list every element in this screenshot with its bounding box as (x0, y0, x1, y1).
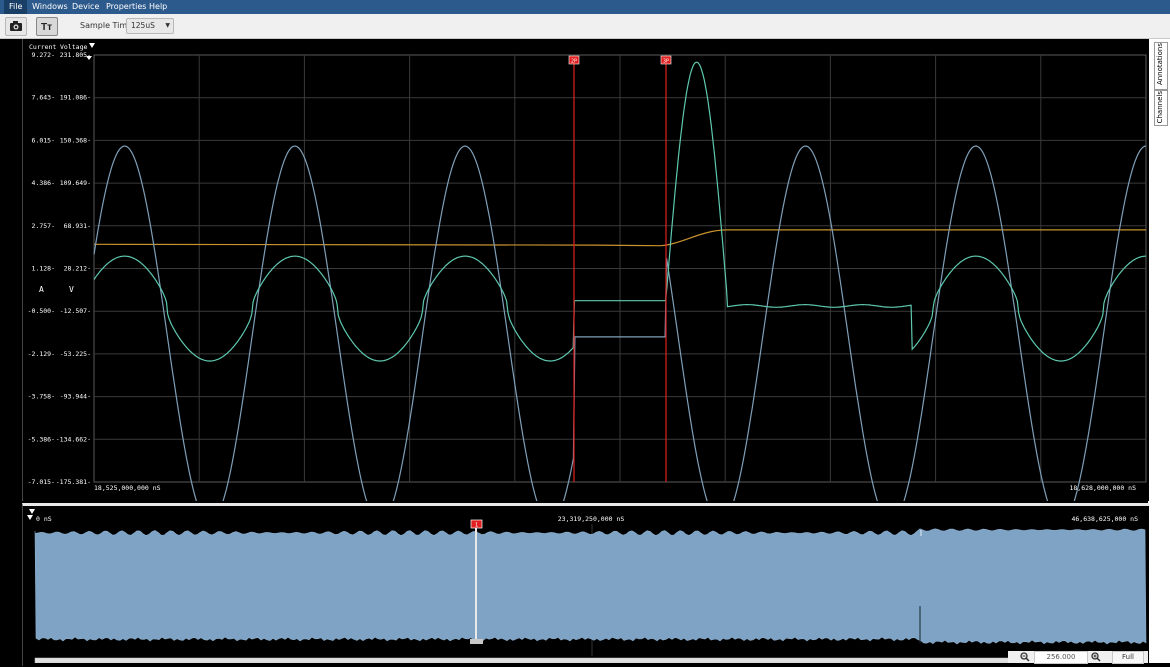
zoom-in-icon[interactable] (1091, 652, 1101, 662)
tab-channels[interactable]: Channels (1154, 90, 1168, 126)
voltage-tick-label: -12.507- (60, 307, 91, 315)
svg-text:Tт: Tт (41, 22, 52, 32)
zoom-controls: 256.000 Full (1008, 651, 1148, 664)
overview-panel[interactable]: 0 nS 23,319,250,000 nS 46,638,625,000 nS… (22, 503, 1149, 666)
current-tick-label: -0.500- (28, 307, 55, 315)
x-axis-start-label: 18,525,000,000 nS (94, 484, 161, 492)
waveform-panel[interactable]: Current Voltage A V 9.272- 231.805- 7.643-… (22, 39, 1149, 525)
chevron-down-icon: ▼ (165, 22, 170, 29)
menu-file[interactable]: File (4, 0, 28, 14)
voltage-tick-label: 231.805- (60, 51, 91, 59)
current-tick-label: 9.272- (32, 51, 55, 59)
current-tick-label: 6.015- (32, 136, 55, 144)
menu-windows[interactable]: Windows (27, 0, 73, 14)
zoom-full-button[interactable]: Full (1112, 651, 1144, 664)
top-cursor-icon[interactable] (89, 43, 95, 48)
current-tick-label: 4.386- (32, 179, 55, 187)
overview-position-handle[interactable] (470, 639, 483, 644)
left-strip (0, 39, 22, 663)
current-unit-label: A (39, 285, 44, 294)
voltage-tick-label: -53.225- (60, 350, 91, 358)
current-axis-header: Current (29, 43, 56, 51)
voltage-axis-header: Voltage (60, 43, 87, 51)
voltage-tick-label: 28.212- (64, 265, 91, 273)
marker-flag-label: 3P (663, 59, 669, 65)
overview-end-label: 46,638,625,000 nS (1071, 515, 1138, 523)
current-tick-label: -3.758- (28, 393, 55, 401)
text-tt-icon: Tт (41, 22, 52, 32)
overview-start-label: 0 nS (36, 515, 52, 523)
menu-device[interactable]: Device (67, 0, 104, 14)
voltage-tick-label: 109.649- (60, 179, 91, 187)
waveform-plot[interactable]: Current Voltage A V 9.272- 231.805- 7.643-… (23, 39, 1148, 525)
voltage-tick-label: -134.662- (56, 435, 91, 443)
voltage-tick-label: 68.931- (64, 222, 91, 230)
toolbar: Tт Sample Time: 125uS ▼ (0, 14, 1170, 39)
overview-plot[interactable]: 0 nS 23,319,250,000 nS 46,638,625,000 nS… (23, 506, 1148, 664)
zoom-out-icon[interactable] (1020, 652, 1030, 662)
menu-help[interactable]: Help (144, 0, 172, 14)
overview-cursor-icon-lower[interactable] (27, 515, 33, 520)
tab-annotations-label: Annotations (1156, 43, 1164, 86)
current-tick-label: -7.015- (28, 478, 55, 486)
overview-waveform (34, 528, 1147, 645)
screenshot-button[interactable] (5, 17, 27, 36)
tab-annotations[interactable]: Annotations (1154, 42, 1168, 90)
current-tick-label: 7.643- (32, 94, 55, 102)
voltage-tick-label: -93.944- (60, 393, 91, 401)
voltage-tick-label: 150.368- (60, 136, 91, 144)
overview-cursor-icon[interactable] (29, 509, 35, 514)
voltage-unit-label: V (69, 285, 74, 294)
overview-marker-label: 1 (475, 523, 478, 529)
current-tick-label: 1.128- (32, 265, 55, 273)
voltage-tick-label: 191.086- (60, 94, 91, 102)
text-annotation-button[interactable]: Tт (36, 17, 58, 36)
voltage-tick-label: -175.381- (56, 478, 91, 486)
horizontal-scrollbar[interactable] (34, 657, 1010, 664)
x-axis-end-label: 18,628,000,000 nS (1069, 484, 1136, 492)
current-tick-label: 2.757- (32, 222, 55, 230)
menu-bar: File Windows Device Properties Help (0, 0, 1170, 14)
tab-channels-label: Channels (1156, 91, 1164, 124)
sample-time-value: 125uS (131, 21, 155, 30)
camera-icon (10, 21, 22, 31)
zoom-level-input[interactable]: 256.000 (1034, 651, 1088, 664)
current-tick-label: -2.129- (28, 350, 55, 358)
marker-flag-label: 2P (571, 59, 577, 65)
sample-time-select[interactable]: 125uS ▼ (126, 18, 174, 34)
side-tab-strip: Annotations Channels (1148, 39, 1170, 663)
overview-mid-label: 23,319,250,000 nS (558, 515, 625, 523)
current-tick-label: -5.386- (28, 435, 55, 443)
